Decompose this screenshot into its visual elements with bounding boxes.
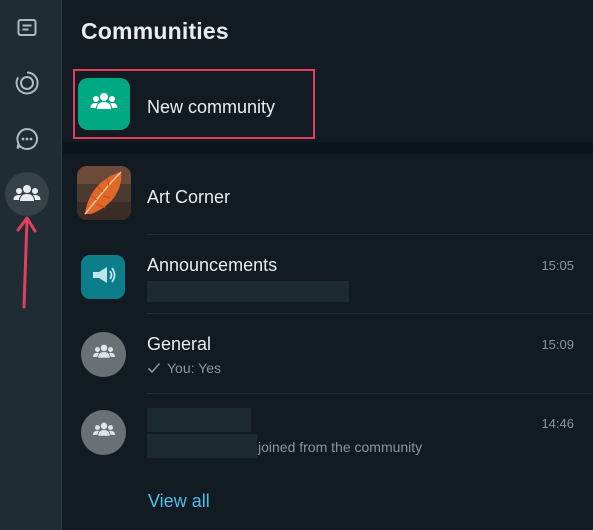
section-divider <box>63 142 593 154</box>
community-avatar <box>77 166 131 220</box>
chat-time: 15:09 <box>541 337 574 352</box>
channels-button[interactable] <box>5 117 49 161</box>
chat-name: Announcements <box>147 255 278 275</box>
chats-button[interactable] <box>5 6 49 50</box>
new-community-label: New community <box>147 97 276 117</box>
status-button[interactable] <box>5 61 49 105</box>
view-all-link[interactable]: View all <box>148 491 210 512</box>
communities-button[interactable] <box>5 172 49 216</box>
chat-time: 15:05 <box>541 258 574 273</box>
chat-row-announcements[interactable]: Announcements 15:05 <box>63 235 593 314</box>
chat-preview: You: Yes <box>147 360 221 376</box>
annotation-arrow-icon <box>14 214 40 315</box>
announcements-avatar <box>81 255 125 299</box>
chat-preview-text: You: Yes <box>167 360 221 376</box>
leaf-image-icon <box>77 166 131 220</box>
new-community-avatar <box>78 78 130 130</box>
chat-row-general[interactable]: General 15:09 You: Yes <box>63 314 593 394</box>
group-icon <box>91 343 117 366</box>
group-icon <box>91 421 117 444</box>
chat-name: General <box>147 334 212 354</box>
check-icon <box>147 362 161 374</box>
chats-icon <box>15 16 39 40</box>
chat-preview-text: joined from the community <box>258 439 423 455</box>
redacted-name <box>147 408 251 432</box>
chat-time: 14:46 <box>541 416 574 431</box>
community-group-icon <box>89 91 119 118</box>
status-icon <box>14 70 40 96</box>
new-community-button[interactable]: New community <box>63 68 593 142</box>
community-name: Art Corner <box>147 187 231 207</box>
redacted-preview <box>147 434 257 458</box>
page-title: Communities <box>81 18 229 44</box>
nav-rail <box>0 0 62 530</box>
megaphone-icon <box>90 264 116 291</box>
group-avatar <box>81 410 126 455</box>
group-avatar <box>81 332 126 377</box>
communities-panel: Communities New community Art Corner Ann… <box>63 0 593 530</box>
community-art-corner[interactable]: Art Corner <box>63 154 593 235</box>
channels-icon <box>14 126 40 152</box>
redacted-preview <box>147 281 349 302</box>
chat-row-redacted[interactable]: 14:46 joined from the community <box>63 394 593 473</box>
communities-icon <box>13 183 41 205</box>
